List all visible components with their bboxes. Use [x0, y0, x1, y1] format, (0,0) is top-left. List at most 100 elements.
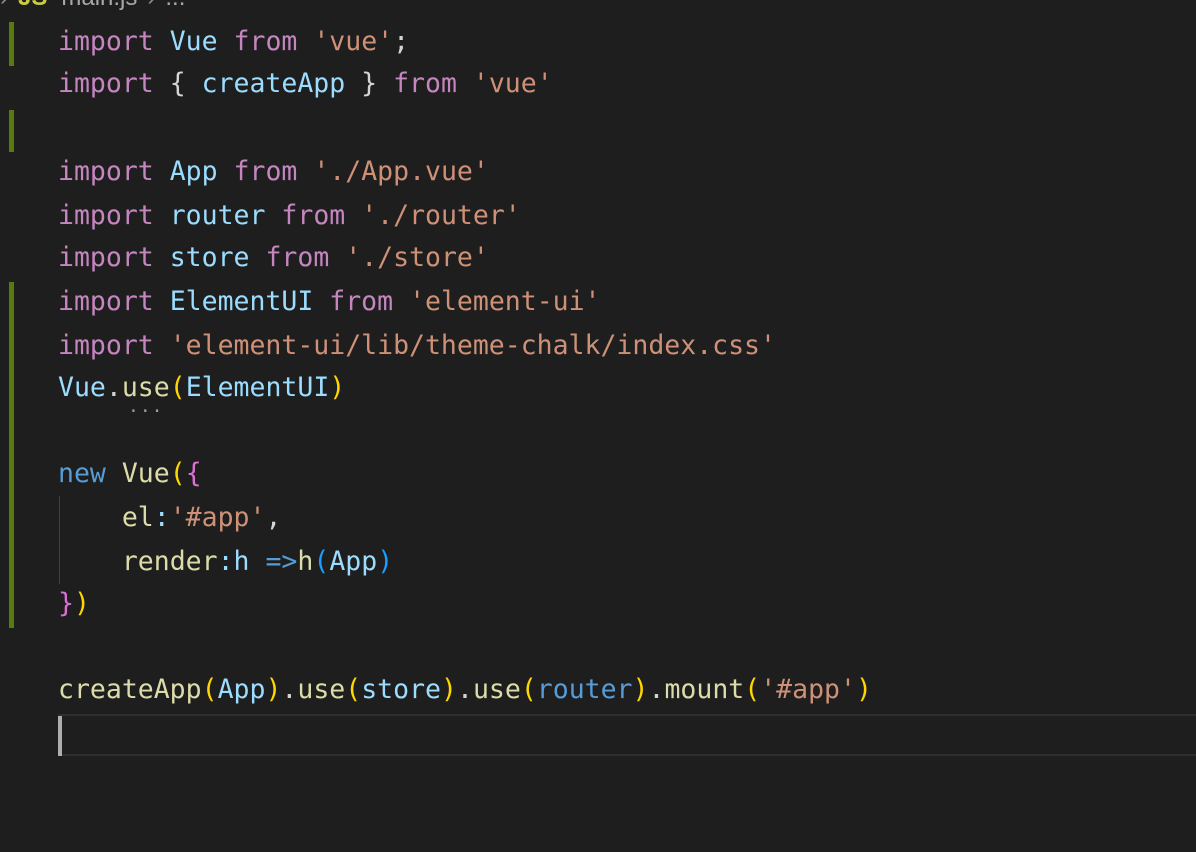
- code-token: from: [233, 26, 298, 57]
- code-token: from: [329, 286, 394, 317]
- code-token: router: [536, 674, 633, 705]
- code-token: =>: [265, 546, 298, 577]
- code-line[interactable]: import store from './store': [58, 236, 489, 280]
- code-token: ): [329, 372, 346, 403]
- code-token: {: [185, 458, 202, 489]
- code-token: use: [297, 674, 346, 705]
- code-token: (: [520, 674, 537, 705]
- gutter-change-marker[interactable]: [9, 22, 14, 66]
- code-token: ;: [393, 26, 410, 57]
- code-token: h: [297, 546, 314, 577]
- code-line[interactable]: import App from './App.vue': [58, 150, 489, 194]
- code-line[interactable]: el:'#app',: [58, 496, 282, 540]
- code-token: (: [345, 674, 362, 705]
- code-token: 'vue': [472, 68, 553, 99]
- code-token: from: [233, 156, 298, 187]
- gutter-change-marker[interactable]: [9, 282, 14, 628]
- chevron-right-icon: ›: [0, 0, 8, 11]
- breadcrumb[interactable]: › JS main.js ›...: [0, 0, 185, 10]
- code-line[interactable]: import ElementUI from 'element-ui': [58, 280, 601, 324]
- code-token: from: [265, 242, 330, 273]
- code-hint-dots[interactable]: ...: [128, 398, 164, 416]
- code-token: import: [58, 156, 154, 187]
- code-token: ): [265, 674, 282, 705]
- code-token: (: [201, 674, 218, 705]
- code-line[interactable]: new Vue({: [58, 452, 202, 496]
- code-line[interactable]: import Vue from 'vue';: [58, 20, 409, 64]
- code-line[interactable]: }): [58, 582, 90, 626]
- gutter-change-marker[interactable]: [9, 110, 14, 152]
- code-line[interactable]: createApp(App).use(store).use(router).mo…: [58, 668, 872, 712]
- code-token: ): [855, 674, 872, 705]
- code-token: }: [58, 588, 74, 619]
- code-token: :h: [217, 546, 250, 577]
- chevron-right-icon: ›: [147, 0, 155, 11]
- code-token: 'vue': [313, 26, 394, 57]
- code-token: '#app': [760, 674, 856, 705]
- code-token: Vue: [58, 372, 106, 403]
- javascript-file-icon: JS: [18, 0, 47, 11]
- code-token: from: [281, 200, 346, 231]
- current-line-highlight: [58, 714, 1196, 756]
- code-line[interactable]: import { createApp } from 'vue': [58, 62, 553, 106]
- code-token: use: [472, 674, 521, 705]
- code-token: App: [329, 546, 378, 577]
- code-token: import: [58, 26, 154, 57]
- code-line[interactable]: import 'element-ui/lib/theme-chalk/index…: [58, 324, 776, 368]
- code-token: App: [217, 674, 266, 705]
- code-token: .: [281, 674, 298, 705]
- code-token: Vue: [169, 26, 218, 57]
- code-token: ): [73, 588, 90, 619]
- code-token: Vue: [121, 458, 170, 489]
- code-token: from: [393, 68, 457, 99]
- code-line[interactable]: Vue.use(ElementUI): [58, 366, 345, 410]
- code-token: './router': [361, 200, 521, 231]
- code-token: ,: [265, 502, 282, 533]
- code-token: import: [58, 242, 154, 273]
- code-token: (: [313, 546, 330, 577]
- code-token: createApp: [201, 68, 346, 99]
- code-token: store: [169, 242, 250, 273]
- code-token: import: [58, 68, 154, 99]
- code-token: .: [105, 372, 122, 403]
- code-token: {: [153, 68, 202, 99]
- code-line[interactable]: import router from './router': [58, 194, 521, 238]
- code-token: 'element-ui': [409, 286, 601, 317]
- code-token: router: [169, 200, 266, 231]
- code-token: el: [121, 502, 154, 533]
- breadcrumb-more[interactable]: ...: [165, 0, 185, 11]
- code-token: 'element-ui/lib/theme-chalk/index.css': [169, 330, 776, 361]
- code-token: ElementUI: [169, 286, 314, 317]
- code-token: import: [58, 200, 154, 231]
- code-token: (: [169, 458, 186, 489]
- code-token: ): [441, 674, 457, 705]
- code-token: store: [361, 674, 441, 705]
- code-token: mount: [664, 674, 745, 705]
- code-token: ): [632, 674, 649, 705]
- breadcrumb-file-name[interactable]: main.js: [61, 0, 137, 11]
- code-token: import: [58, 286, 154, 317]
- code-token: import: [58, 330, 154, 361]
- code-line[interactable]: render:h =>h(App): [58, 540, 393, 584]
- code-token: (: [169, 372, 186, 403]
- code-token: .: [456, 674, 473, 705]
